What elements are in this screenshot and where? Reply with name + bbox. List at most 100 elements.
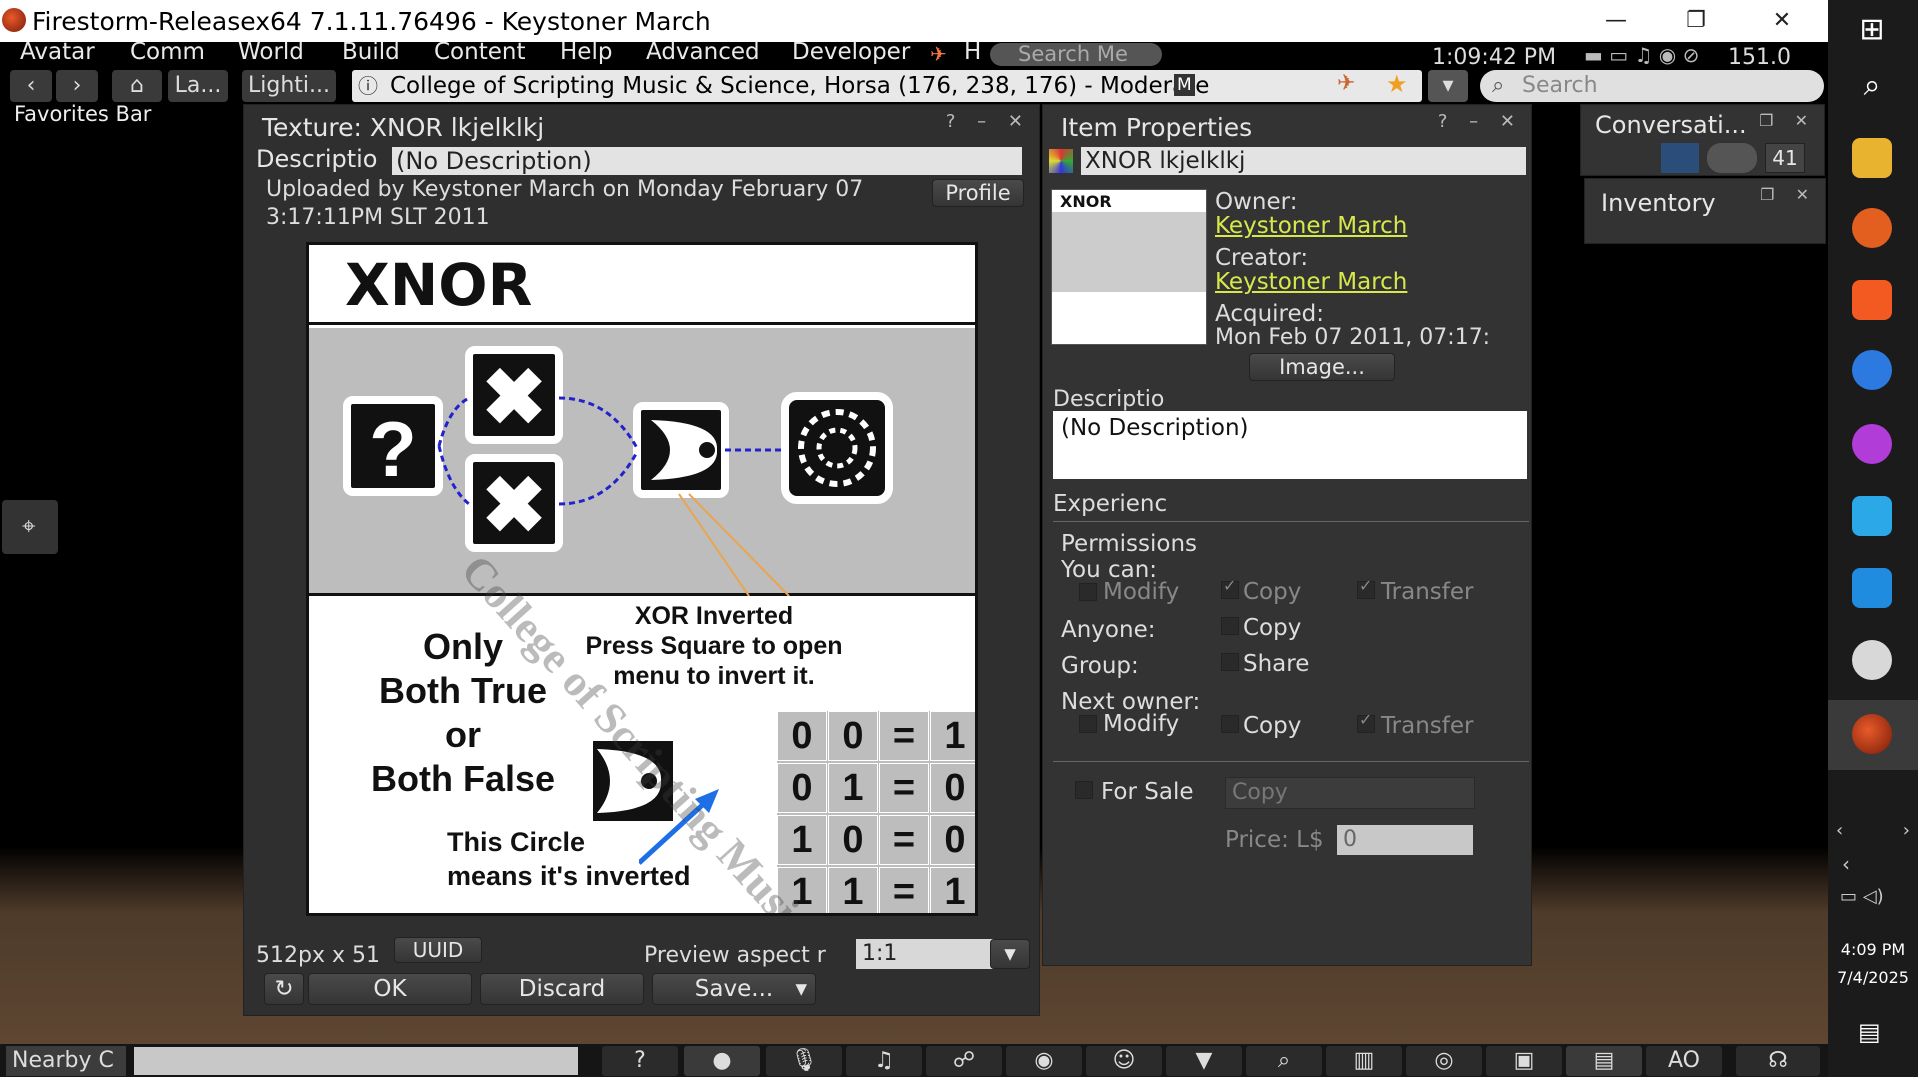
save-dropdown-icon[interactable]: ▾ — [795, 974, 807, 1004]
image-button[interactable]: Image... — [1249, 353, 1395, 381]
refresh-icon[interactable]: ↻ — [264, 973, 304, 1005]
discard-button[interactable]: Discard — [480, 973, 644, 1005]
owner-link[interactable]: Keystoner March — [1215, 213, 1407, 239]
menu-developer[interactable]: Developer — [792, 39, 910, 65]
you-copy-checkbox[interactable]: ✓ — [1221, 576, 1239, 599]
favorite-star-icon[interactable]: ★ — [1386, 70, 1408, 100]
info-icon[interactable]: ⓘ — [358, 70, 378, 102]
location-dropdown-icon[interactable]: ▾ — [1428, 70, 1468, 102]
ao-button[interactable]: AO — [1646, 1046, 1722, 1076]
next-modify-checkbox[interactable] — [1079, 715, 1097, 733]
file-explorer-icon[interactable] — [1852, 138, 1892, 178]
creator-link[interactable]: Keystoner March — [1215, 269, 1407, 295]
favorites-bar: Favorites Bar — [14, 102, 152, 126]
you-modify-checkbox[interactable] — [1079, 583, 1097, 601]
chat-bubble-icon[interactable] — [1707, 143, 1757, 173]
search-icon[interactable]: ⌕ — [1852, 68, 1892, 108]
ok-button[interactable]: OK — [308, 973, 472, 1005]
location-bar[interactable]: ⓘ College of Scripting Music & Science, … — [352, 70, 1422, 102]
save-button[interactable]: Save... ▾ — [652, 973, 816, 1005]
price-input[interactable]: 0 — [1337, 825, 1473, 855]
firefox-icon[interactable] — [1852, 208, 1892, 248]
search-me-input[interactable]: Search Me — [990, 43, 1162, 66]
description-textarea[interactable]: (No Description) — [1053, 411, 1527, 479]
chat-input[interactable] — [134, 1047, 578, 1075]
search-icon[interactable]: ⌕ — [1246, 1046, 1322, 1076]
tray-scroll[interactable]: ‹ › — [1828, 820, 1918, 846]
voice-icon[interactable]: 🎙 — [766, 1046, 842, 1076]
system-date[interactable]: 7/4/2025 — [1828, 968, 1918, 987]
menu-comm[interactable]: Comm — [130, 39, 205, 65]
menu-avatar[interactable]: Avatar — [20, 39, 95, 65]
app-icon[interactable] — [1852, 424, 1892, 464]
for-sale-checkbox[interactable] — [1075, 781, 1093, 799]
panel-controls[interactable]: ❐ ✕ — [1759, 111, 1816, 130]
truth-cell: 0 — [930, 815, 975, 865]
chat-icon[interactable]: ● — [684, 1046, 760, 1076]
windows-start-icon[interactable]: ⊞ — [1852, 12, 1892, 52]
brave-icon[interactable] — [1852, 280, 1892, 320]
anyone-copy-checkbox[interactable] — [1221, 617, 1239, 635]
conversation-count[interactable]: 41 — [1765, 143, 1805, 173]
menu-world[interactable]: World — [238, 39, 304, 65]
floater-controls[interactable]: ? – ✕ — [1438, 111, 1523, 132]
people-icon[interactable]: ☺ — [1086, 1046, 1162, 1076]
headphones-icon[interactable]: ♫ — [846, 1046, 922, 1076]
you-transfer-checkbox[interactable]: ✓ — [1357, 576, 1375, 599]
item-name-field[interactable]: XNOR lkjelklkj — [1081, 147, 1526, 175]
status-icons[interactable]: ▬ ▭ ♫ ◉ ⊘ — [1584, 43, 1699, 67]
desc-field[interactable]: (No Description) — [392, 147, 1022, 175]
emote-icon[interactable]: ☊ — [1736, 1046, 1820, 1076]
restore-button[interactable]: ❐ — [1668, 4, 1724, 38]
item-thumbnail[interactable]: XNOR — [1051, 189, 1207, 345]
menu-content[interactable]: Content — [434, 39, 525, 65]
thumb-heading: XNOR — [1060, 192, 1112, 211]
system-time[interactable]: 4:09 PM — [1828, 940, 1918, 959]
firestorm-app-icon — [2, 8, 26, 32]
walk-icon[interactable]: ☍ — [926, 1046, 1002, 1076]
lighting-button[interactable]: Lighti... — [242, 70, 336, 102]
snipping-icon[interactable] — [1852, 640, 1892, 680]
vscode-icon[interactable] — [1852, 568, 1892, 608]
forward-button[interactable]: › — [56, 70, 98, 102]
inventory-icon[interactable]: ▤ — [1566, 1046, 1642, 1076]
menu-help[interactable]: Help — [560, 39, 612, 65]
map-icon[interactable]: ▥ — [1326, 1046, 1402, 1076]
firefox-dev-icon[interactable] — [1852, 350, 1892, 390]
next-copy-checkbox[interactable] — [1221, 715, 1239, 733]
h-label[interactable]: H — [964, 39, 981, 65]
parcel-icons[interactable]: ✈ — [1337, 70, 1355, 100]
back-button[interactable]: ‹ — [10, 70, 52, 102]
outfit-icon[interactable]: ▼ — [1166, 1046, 1242, 1076]
group-share-checkbox[interactable] — [1221, 653, 1239, 671]
linden-balance[interactable]: 151.0 — [1728, 45, 1791, 70]
chat-avatar-icon[interactable] — [1661, 143, 1699, 173]
uuid-button[interactable]: UUID — [394, 937, 482, 963]
menu-build[interactable]: Build — [342, 39, 400, 65]
maturity-badge: M — [1174, 74, 1195, 96]
view-icon[interactable]: ◉ — [1006, 1046, 1082, 1076]
home-button[interactable]: ⌂ — [112, 70, 162, 102]
landmark-button[interactable]: La... — [168, 70, 228, 102]
minimize-button[interactable]: — — [1588, 4, 1644, 38]
search-input[interactable]: ⌕ Search — [1480, 70, 1824, 102]
panel-controls[interactable]: ❐ ✕ — [1760, 185, 1817, 204]
aspect-dropdown-icon[interactable]: ▾ — [990, 939, 1030, 969]
close-button[interactable]: ✕ — [1754, 4, 1810, 38]
radar-icon[interactable]: ◎ — [1406, 1046, 1482, 1076]
next-transfer-checkbox[interactable]: ✓ — [1357, 710, 1375, 733]
tray-expand-icon[interactable]: ‹ — [1842, 852, 1850, 876]
camera-icon[interactable]: ▣ — [1486, 1046, 1562, 1076]
firestorm-taskbar-button[interactable] — [1828, 700, 1918, 770]
map-pin-icon[interactable]: ⌖ — [2, 500, 58, 554]
profile-button[interactable]: Profile — [932, 179, 1024, 207]
menu-advanced[interactable]: Advanced — [646, 39, 760, 65]
bot-icon[interactable]: ✈ — [930, 42, 947, 66]
floater-controls[interactable]: ? – ✕ — [946, 111, 1031, 132]
sale-type-dropdown[interactable]: Copy — [1225, 777, 1475, 809]
notification-icon[interactable]: ▤ — [1858, 1018, 1881, 1046]
network-volume-icons[interactable]: ▭ ◁) — [1840, 886, 1884, 907]
nearby-chat-label[interactable]: Nearby C — [6, 1046, 126, 1076]
windsurf-icon[interactable] — [1852, 496, 1892, 536]
help-icon[interactable]: ? — [602, 1046, 678, 1076]
